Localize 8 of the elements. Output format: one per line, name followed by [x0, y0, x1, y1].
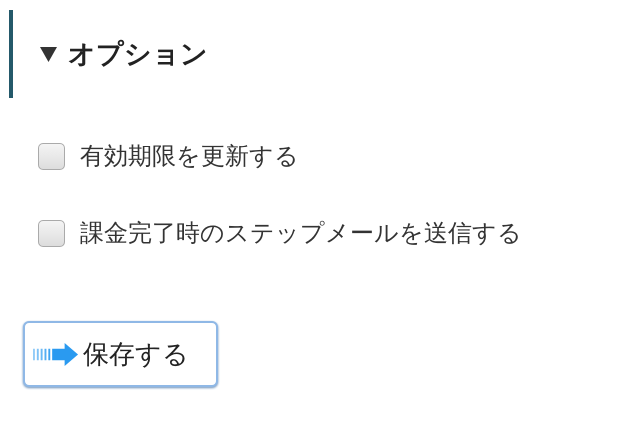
section-title: オプション — [68, 38, 208, 72]
checkbox-label: 有効期限を更新する — [80, 141, 299, 172]
save-button[interactable]: 保存する — [23, 321, 218, 387]
section-header[interactable]: オプション — [9, 10, 640, 98]
arrow-icon — [33, 342, 79, 366]
checkbox-label: 課金完了時のステップメールを送信する — [80, 218, 522, 249]
checkbox[interactable] — [38, 220, 65, 246]
checkbox[interactable] — [38, 142, 65, 170]
